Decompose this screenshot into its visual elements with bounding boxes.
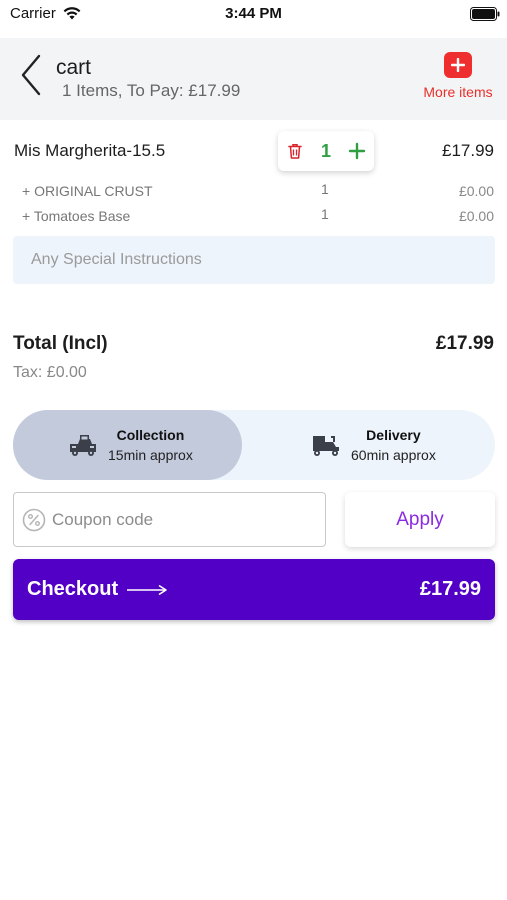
delivery-text: Delivery 60min approx — [351, 427, 436, 463]
checkout-total: £17.99 — [419, 578, 481, 600]
add-icon — [444, 52, 472, 78]
plus-icon[interactable] — [348, 142, 366, 160]
coupon-field — [13, 492, 326, 547]
option-quantity: 1 — [321, 181, 329, 197]
apply-coupon-button[interactable]: Apply — [345, 492, 495, 547]
total-value: £17.99 — [435, 333, 494, 354]
total-label: Total (Incl) — [13, 333, 108, 354]
checkout-left: Checkout — [27, 578, 168, 601]
chevron-left-icon — [21, 54, 41, 96]
page-title: cart — [56, 56, 92, 79]
more-items-button[interactable]: More items — [415, 52, 501, 100]
status-time: 3:44 PM — [225, 5, 282, 22]
trash-icon[interactable] — [286, 142, 304, 160]
collection-option[interactable]: Collection 15min approx — [13, 410, 242, 480]
order-mode-toggle: Collection 15min approx Delivery 60min a… — [13, 410, 495, 480]
collection-time: 15min approx — [108, 447, 193, 463]
delivery-time: 60min approx — [351, 447, 436, 463]
option-price: £0.00 — [458, 183, 494, 199]
option-price: £0.00 — [458, 208, 494, 224]
item-option-row: + ORIGINAL CRUST 1 £0.00 — [22, 181, 494, 203]
tax-label: Tax: £0.00 — [13, 364, 87, 381]
special-instructions-input[interactable] — [13, 236, 495, 284]
cart-header: cart 1 Items, To Pay: £17.99 More items — [0, 38, 507, 120]
coupon-input[interactable] — [52, 509, 312, 530]
delivery-title: Delivery — [366, 427, 421, 443]
collection-title: Collection — [116, 427, 185, 443]
more-items-label: More items — [423, 84, 493, 100]
delivery-option[interactable]: Delivery 60min approx — [311, 410, 495, 480]
option-label: + Tomatoes Base — [22, 208, 131, 224]
battery-icon — [470, 7, 500, 21]
percent-icon — [22, 508, 46, 531]
delivery-scooter-icon — [313, 436, 339, 456]
back-button[interactable] — [14, 52, 48, 98]
cart-item-name: Mis Margherita-15.5 — [14, 141, 166, 160]
checkout-label: Checkout — [27, 578, 119, 600]
option-quantity: 1 — [321, 206, 329, 222]
cart-summary: 1 Items, To Pay: £17.99 — [62, 81, 241, 100]
collection-car-icon — [70, 435, 96, 456]
collection-text: Collection 15min approx — [108, 427, 193, 463]
status-bar: Carrier 3:44 PM — [0, 0, 507, 30]
quantity-value: 1 — [320, 140, 331, 161]
quantity-stepper: 1 — [278, 131, 374, 171]
cart-item-price: £17.99 — [442, 141, 494, 160]
arrow-right-icon — [127, 584, 167, 595]
checkout-button[interactable]: Checkout £17.99 — [13, 559, 495, 620]
item-option-row: + Tomatoes Base 1 £0.00 — [22, 206, 494, 228]
option-label: + ORIGINAL CRUST — [22, 183, 153, 199]
